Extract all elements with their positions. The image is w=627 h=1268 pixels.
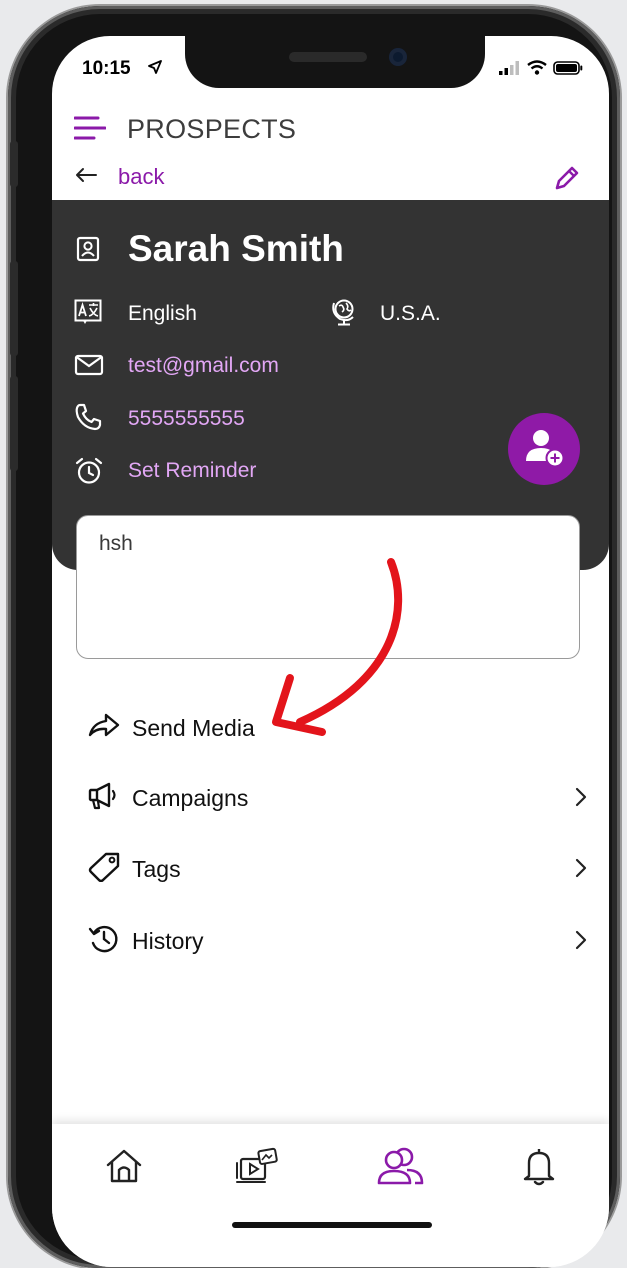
annotation-arrow — [272, 558, 403, 736]
